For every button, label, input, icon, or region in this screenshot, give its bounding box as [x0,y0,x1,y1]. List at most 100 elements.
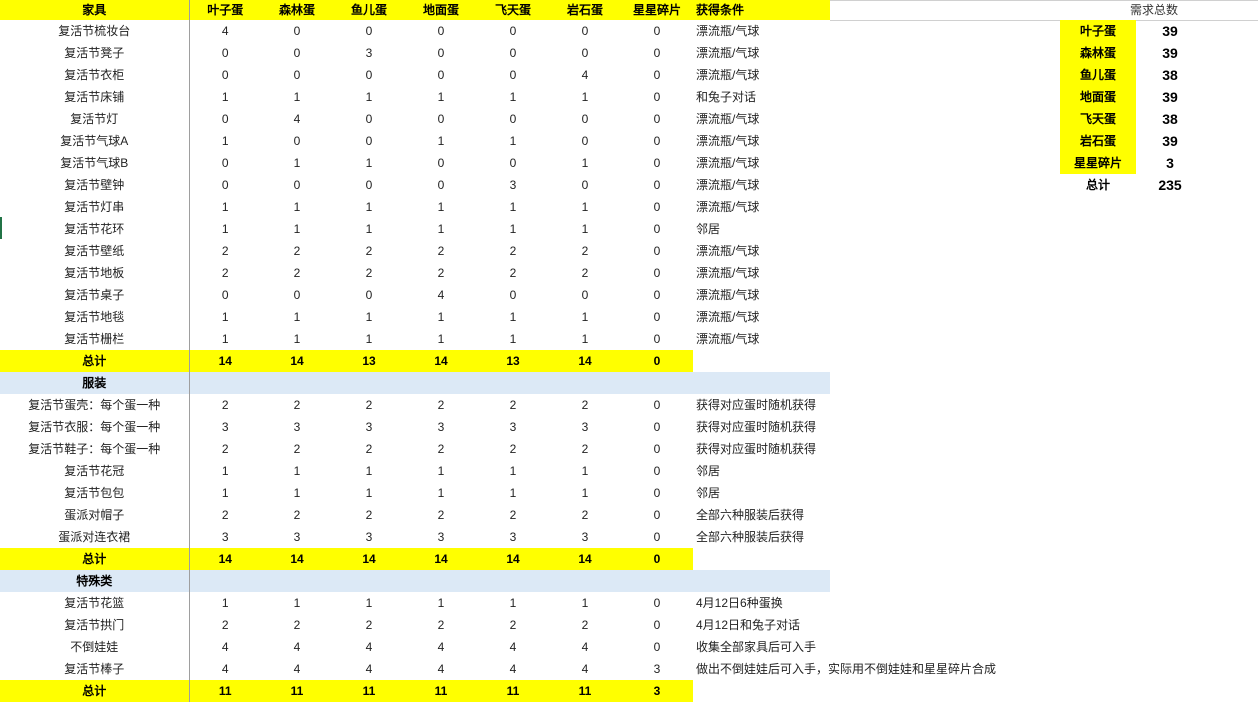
section-fill-cell[interactable] [261,372,333,394]
value-cell[interactable]: 4 [549,636,621,658]
value-cell[interactable]: 1 [549,592,621,614]
value-cell[interactable]: 1 [405,482,477,504]
item-name-cell[interactable]: 复活节凳子 [0,42,190,64]
summary-value[interactable]: 38 [1140,108,1200,130]
total-label-cell[interactable]: 总计 [0,680,190,702]
item-name-cell[interactable]: 复活节气球A [0,130,190,152]
value-cell[interactable]: 1 [261,306,333,328]
summary-title[interactable]: 需求总数 [1130,2,1230,18]
section-fill-cell[interactable] [621,570,693,592]
value-cell[interactable]: 0 [189,152,261,174]
value-cell[interactable]: 1 [549,196,621,218]
value-cell[interactable]: 0 [621,504,693,526]
total-value-cell[interactable]: 14 [189,350,261,372]
value-cell[interactable]: 4 [333,636,405,658]
value-cell[interactable]: 0 [621,86,693,108]
value-cell[interactable]: 0 [549,174,621,196]
value-cell[interactable]: 4 [477,658,549,680]
empty-cell[interactable] [693,350,830,372]
value-cell[interactable]: 0 [621,196,693,218]
value-cell[interactable]: 4 [189,20,261,42]
value-cell[interactable]: 0 [477,284,549,306]
section-fill-cell[interactable] [189,372,261,394]
value-cell[interactable]: 1 [477,196,549,218]
value-cell[interactable]: 0 [549,42,621,64]
value-cell[interactable]: 0 [621,592,693,614]
value-cell[interactable]: 0 [189,64,261,86]
value-cell[interactable]: 1 [405,592,477,614]
value-cell[interactable]: 0 [405,42,477,64]
value-cell[interactable]: 2 [477,262,549,284]
value-cell[interactable]: 0 [549,108,621,130]
value-cell[interactable]: 4 [549,658,621,680]
total-value-cell[interactable]: 11 [189,680,261,702]
value-cell[interactable]: 0 [261,20,333,42]
summary-value[interactable]: 39 [1140,86,1200,108]
item-name-cell[interactable]: 复活节壁纸 [0,240,190,262]
value-cell[interactable]: 0 [477,20,549,42]
condition-cell[interactable]: 获得对应蛋时随机获得 [693,416,830,438]
condition-cell[interactable]: 做出不倒娃娃后可入手，实际用不倒娃娃和星星碎片合成 [693,658,996,680]
value-cell[interactable]: 0 [621,174,693,196]
value-cell[interactable]: 3 [405,416,477,438]
summary-total-value[interactable]: 235 [1140,174,1200,196]
value-cell[interactable]: 0 [261,130,333,152]
value-cell[interactable]: 0 [549,130,621,152]
total-value-cell[interactable]: 13 [333,350,405,372]
value-cell[interactable]: 0 [621,438,693,460]
value-cell[interactable]: 2 [549,504,621,526]
item-name-cell[interactable]: 复活节蛋壳：每个蛋一种 [0,394,190,416]
value-cell[interactable]: 1 [333,218,405,240]
value-cell[interactable]: 1 [549,328,621,350]
value-cell[interactable]: 1 [189,328,261,350]
value-cell[interactable]: 0 [621,482,693,504]
item-name-cell[interactable]: 不倒娃娃 [0,636,190,658]
value-cell[interactable]: 2 [189,614,261,636]
value-cell[interactable]: 0 [333,20,405,42]
value-cell[interactable]: 0 [261,64,333,86]
value-cell[interactable]: 1 [189,306,261,328]
section-fill-cell[interactable] [333,372,405,394]
value-cell[interactable]: 1 [333,482,405,504]
value-cell[interactable]: 2 [261,394,333,416]
item-name-cell[interactable]: 复活节床铺 [0,86,190,108]
value-cell[interactable]: 0 [189,284,261,306]
empty-cell[interactable] [693,548,830,570]
section-fill-cell[interactable] [549,570,621,592]
item-name-cell[interactable]: 复活节灯串 [0,196,190,218]
value-cell[interactable]: 2 [261,240,333,262]
value-cell[interactable]: 4 [405,284,477,306]
summary-label[interactable]: 飞天蛋 [1060,108,1136,130]
value-cell[interactable]: 0 [261,42,333,64]
value-cell[interactable]: 0 [333,64,405,86]
condition-cell[interactable]: 4月12日和兔子对话 [693,614,830,636]
summary-label[interactable]: 鱼儿蛋 [1060,64,1136,86]
value-cell[interactable]: 0 [621,20,693,42]
condition-cell[interactable]: 邻居 [693,482,830,504]
value-cell[interactable]: 1 [261,460,333,482]
value-cell[interactable]: 4 [189,658,261,680]
total-value-cell[interactable]: 14 [549,350,621,372]
header-cell-egg[interactable]: 鱼儿蛋 [333,0,405,20]
value-cell[interactable]: 0 [621,306,693,328]
value-cell[interactable]: 0 [189,42,261,64]
summary-label[interactable]: 叶子蛋 [1060,20,1136,42]
value-cell[interactable]: 0 [405,64,477,86]
value-cell[interactable]: 0 [621,42,693,64]
total-label-cell[interactable]: 总计 [0,350,190,372]
value-cell[interactable]: 2 [261,262,333,284]
value-cell[interactable]: 4 [261,636,333,658]
section-fill-cell[interactable] [621,372,693,394]
value-cell[interactable]: 2 [261,438,333,460]
value-cell[interactable]: 1 [549,86,621,108]
condition-cell[interactable]: 邻居 [693,460,830,482]
section-fill-cell[interactable] [189,570,261,592]
value-cell[interactable]: 1 [477,306,549,328]
value-cell[interactable]: 3 [189,416,261,438]
value-cell[interactable]: 2 [333,504,405,526]
value-cell[interactable]: 1 [261,152,333,174]
value-cell[interactable]: 4 [549,64,621,86]
value-cell[interactable]: 3 [477,174,549,196]
condition-cell[interactable]: 漂流瓶/气球 [693,20,830,42]
condition-cell[interactable]: 获得对应蛋时随机获得 [693,394,830,416]
